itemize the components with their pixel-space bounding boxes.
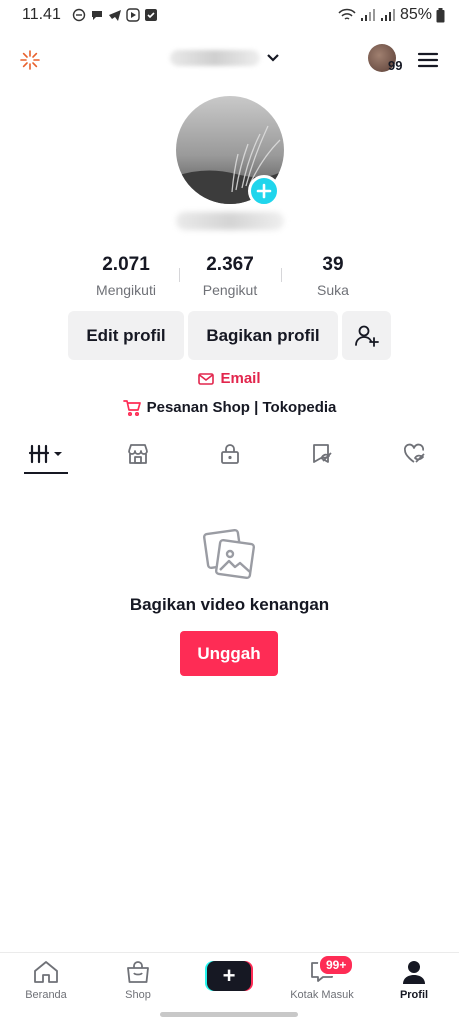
stat-label: Mengikuti bbox=[96, 282, 156, 298]
signal-icon bbox=[360, 9, 375, 21]
edit-profile-button[interactable]: Edit profil bbox=[68, 311, 184, 360]
status-notification-icons bbox=[72, 8, 158, 22]
signal-2-icon bbox=[380, 9, 395, 21]
shop-orders-link[interactable]: Pesanan Shop | Tokopedia bbox=[0, 399, 459, 416]
add-friend-button[interactable] bbox=[342, 311, 391, 360]
do-not-disturb-icon bbox=[72, 8, 86, 22]
tab-private[interactable] bbox=[200, 434, 260, 474]
create-button[interactable]: + bbox=[205, 961, 253, 991]
plus-icon bbox=[256, 183, 272, 199]
home-indicator[interactable] bbox=[160, 1012, 298, 1017]
add-photo-button[interactable] bbox=[248, 175, 280, 207]
grid-dropdown-icon bbox=[28, 444, 62, 464]
share-profile-button[interactable]: Bagikan profil bbox=[188, 311, 338, 360]
stat-value: 2.071 bbox=[102, 254, 150, 275]
tab-shop[interactable] bbox=[108, 434, 168, 474]
nav-home[interactable]: Beranda bbox=[6, 959, 86, 1001]
profile-header: 99 bbox=[0, 40, 459, 80]
nav-shop[interactable]: Shop bbox=[98, 959, 178, 1001]
storefront-icon bbox=[128, 444, 148, 464]
photos-icon bbox=[202, 528, 256, 580]
stat-following[interactable]: 2.071 Mengikuti bbox=[76, 254, 176, 298]
tab-liked[interactable] bbox=[384, 434, 444, 474]
nav-label: Profil bbox=[399, 989, 429, 1001]
battery-percent: 85% bbox=[399, 6, 432, 23]
shop-orders-label: Pesanan Shop | Tokopedia bbox=[146, 399, 337, 416]
bottom-navigation: Beranda Shop + Kotak Masuk Profil bbox=[0, 952, 459, 1008]
stat-likes[interactable]: 39 Suka bbox=[283, 254, 383, 298]
eye-off-bookmark-icon bbox=[313, 444, 332, 463]
profile-stats: 2.071 Mengikuti 2.367 Pengikut 39 Suka bbox=[70, 254, 390, 302]
stat-value: 39 bbox=[322, 254, 344, 275]
content-tabs bbox=[0, 434, 459, 476]
active-tab-indicator bbox=[24, 472, 68, 474]
nav-label: Shop bbox=[125, 989, 151, 1001]
envelope-icon bbox=[198, 372, 215, 385]
home-icon bbox=[34, 961, 58, 983]
stat-label: Pengikut bbox=[202, 282, 258, 298]
nav-label: Beranda bbox=[25, 989, 67, 1001]
email-link[interactable]: Email bbox=[0, 370, 459, 387]
wifi-icon bbox=[338, 8, 356, 20]
inbox-badge: 99+ bbox=[318, 954, 355, 976]
upload-button[interactable]: Unggah bbox=[180, 631, 278, 676]
play-icon bbox=[126, 8, 140, 22]
nav-profile[interactable]: Profil bbox=[374, 959, 454, 1001]
create-plus-icon: + bbox=[207, 961, 251, 991]
battery-icon bbox=[436, 7, 445, 22]
account-switcher[interactable] bbox=[170, 50, 280, 66]
stat-value: 2.367 bbox=[206, 254, 254, 275]
lock-icon bbox=[221, 444, 239, 464]
chevron-down-icon bbox=[267, 54, 279, 62]
creator-tools-icon[interactable] bbox=[18, 48, 42, 72]
empty-state-title: Bagikan video kenangan bbox=[129, 595, 330, 614]
shopping-bag-icon bbox=[127, 961, 149, 983]
add-user-icon bbox=[354, 325, 379, 347]
stat-label: Suka bbox=[317, 282, 349, 298]
cart-icon bbox=[122, 399, 141, 416]
status-system-icons: 85% bbox=[338, 6, 445, 24]
avatar-badge: 99 bbox=[388, 58, 403, 73]
status-time: 11.41 bbox=[22, 6, 61, 23]
profile-person-icon bbox=[403, 961, 425, 984]
chat-app-icon bbox=[92, 11, 102, 20]
nav-label: Kotak Masuk bbox=[290, 989, 354, 1001]
stat-followers[interactable]: 2.367 Pengikut bbox=[180, 254, 280, 298]
menu-icon[interactable] bbox=[416, 48, 440, 72]
status-bar: 11.41 85% bbox=[0, 0, 459, 32]
heart-hidden-icon bbox=[403, 443, 425, 463]
tab-videos[interactable] bbox=[16, 434, 76, 474]
stat-divider bbox=[281, 268, 282, 282]
tab-reposts[interactable] bbox=[292, 434, 352, 474]
email-label: Email bbox=[220, 370, 261, 387]
display-name-redacted bbox=[176, 212, 284, 230]
username-redacted bbox=[170, 50, 260, 66]
check-box-icon bbox=[145, 9, 157, 21]
telegram-icon bbox=[109, 10, 121, 21]
